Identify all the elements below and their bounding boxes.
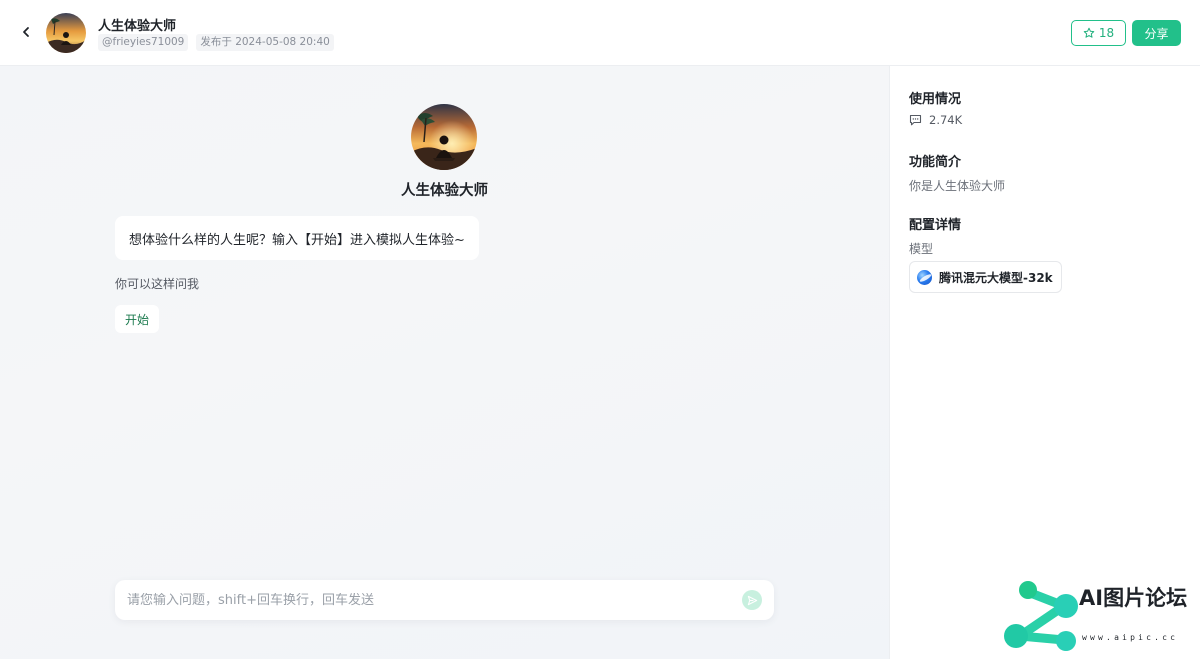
chat-input[interactable] bbox=[127, 592, 742, 608]
details-sidebar: 使用情况 2.74K 功能简介 你是人生体验大师 配置详情 模型 腾讯混元大模型… bbox=[889, 66, 1200, 659]
suggestion-chip-start[interactable]: 开始 bbox=[115, 305, 160, 333]
share-button[interactable]: 分享 bbox=[1132, 20, 1181, 46]
model-chip[interactable]: 腾讯混元大模型-32k bbox=[909, 261, 1062, 293]
intro-heading: 功能简介 bbox=[909, 155, 962, 170]
hunyuan-logo-icon bbox=[917, 269, 932, 285]
suggestion-hint: 你可以这样问我 bbox=[115, 277, 200, 291]
publish-date: 发布于 2024-05-08 20:40 bbox=[196, 34, 334, 51]
chat-input-box bbox=[115, 580, 774, 620]
usage-heading: 使用情况 bbox=[909, 92, 962, 107]
chat-area: 人生体验大师 想体验什么样的人生呢？输入【开始】进入模拟人生体验~ 你可以这样问… bbox=[0, 66, 889, 659]
watermark-text: AI图片论坛 bbox=[1079, 586, 1188, 610]
send-button[interactable] bbox=[742, 590, 762, 610]
top-header: 人生体验大师 @frieyies71009 发布于 2024-05-08 20:… bbox=[0, 0, 1200, 66]
watermark-logo-icon bbox=[1004, 581, 1078, 651]
send-icon bbox=[747, 595, 757, 605]
usage-count: 2.74K bbox=[929, 113, 963, 127]
watermark-url: www.aipic.cc bbox=[1082, 633, 1179, 642]
config-heading: 配置详情 bbox=[909, 218, 962, 233]
star-count: 18 bbox=[1098, 26, 1115, 40]
author-handle[interactable]: @frieyies71009 bbox=[98, 34, 189, 51]
star-button[interactable]: 18 bbox=[1071, 20, 1126, 46]
back-button[interactable] bbox=[16, 22, 36, 42]
model-label: 模型 bbox=[909, 242, 934, 256]
usage-row: 2.74K bbox=[909, 113, 962, 127]
intro-text: 你是人生体验大师 bbox=[909, 179, 1006, 193]
bot-name: 人生体验大师 bbox=[401, 183, 488, 199]
bot-avatar-small bbox=[46, 13, 86, 53]
chat-bubble-icon bbox=[909, 114, 922, 126]
header-meta: @frieyies71009 发布于 2024-05-08 20:40 bbox=[98, 34, 334, 51]
chevron-left-icon bbox=[23, 27, 29, 37]
model-name: 腾讯混元大模型-32k bbox=[939, 270, 1053, 285]
bot-avatar bbox=[411, 104, 477, 170]
greeting-message: 想体验什么样的人生呢？输入【开始】进入模拟人生体验~ bbox=[115, 216, 479, 260]
page-title: 人生体验大师 bbox=[98, 19, 177, 34]
star-outline-icon bbox=[1083, 27, 1095, 38]
watermark: AI图片论坛 www.aipic.cc bbox=[998, 578, 1198, 656]
